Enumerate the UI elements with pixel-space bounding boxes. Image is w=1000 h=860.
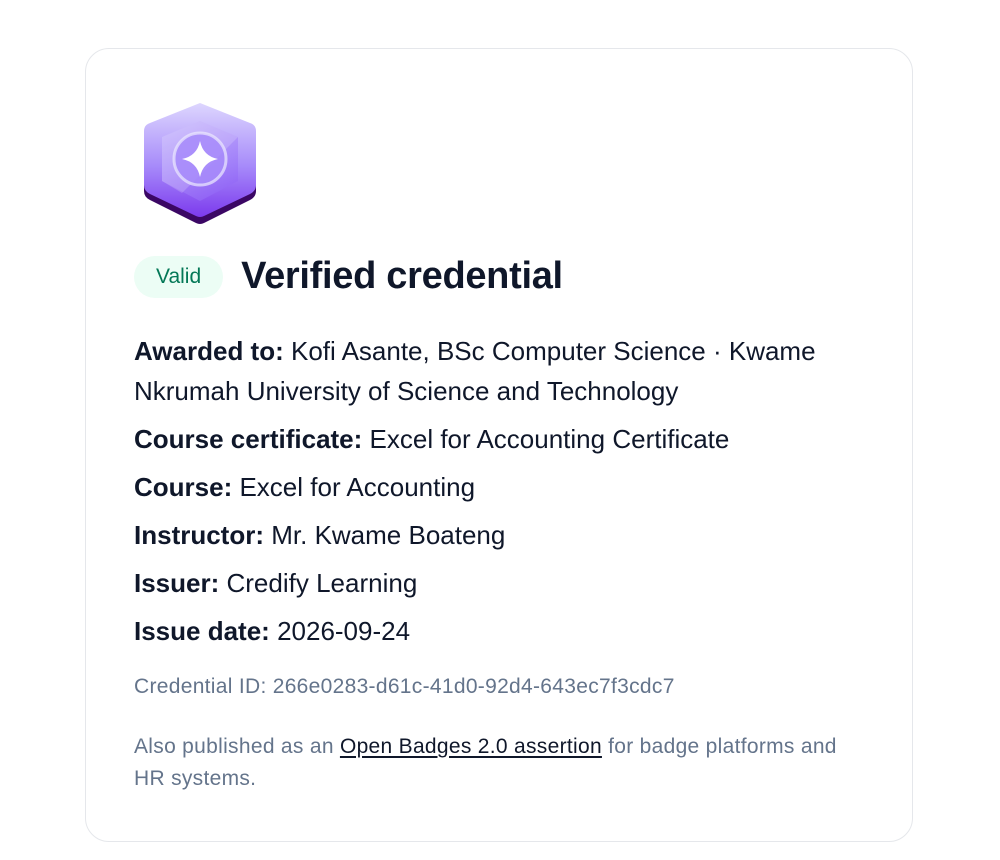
issue-date-label: Issue date: (134, 616, 278, 646)
issuer-row: Issuer: Credify Learning (134, 563, 874, 603)
publish-note-prefix: Also published as an (134, 735, 340, 758)
credential-details: Awarded to: Kofi Asante, BSc Computer Sc… (134, 331, 874, 659)
title-row: Valid Verified credential (134, 255, 563, 298)
awarded-to-label: Awarded to: (134, 336, 291, 366)
course-value: Excel for Accounting (239, 472, 476, 502)
issue-date-value: 2026-09-24 (277, 616, 411, 646)
awarded-to-row: Awarded to: Kofi Asante, BSc Computer Sc… (134, 331, 874, 411)
page-title: Verified credential (241, 255, 563, 297)
instructor-row: Instructor: Mr. Kwame Boateng (134, 515, 874, 555)
course-certificate-row: Course certificate: Excel for Accounting… (134, 419, 874, 459)
open-badges-link[interactable]: Open Badges 2.0 assertion (340, 735, 602, 758)
issuer-label: Issuer: (134, 568, 227, 598)
credential-card: Valid Verified credential Awarded to: Ko… (85, 48, 913, 842)
issue-date-row: Issue date: 2026-09-24 (134, 611, 874, 651)
status-badge: Valid (134, 255, 224, 298)
publish-note: Also published as an Open Badges 2.0 ass… (134, 731, 854, 795)
credential-id: Credential ID: 266e0283-d61c-41d0-92d4-6… (134, 675, 675, 698)
course-certificate-value: Excel for Accounting Certificate (369, 424, 730, 454)
course-certificate-label: Course certificate: (134, 424, 370, 454)
instructor-value: Mr. Kwame Boateng (271, 520, 506, 550)
issuer-value: Credify Learning (226, 568, 418, 598)
instructor-label: Instructor: (134, 520, 272, 550)
course-label: Course: (134, 472, 240, 502)
sparkle-hexagon-badge-icon (142, 97, 258, 229)
course-row: Course: Excel for Accounting (134, 467, 874, 507)
